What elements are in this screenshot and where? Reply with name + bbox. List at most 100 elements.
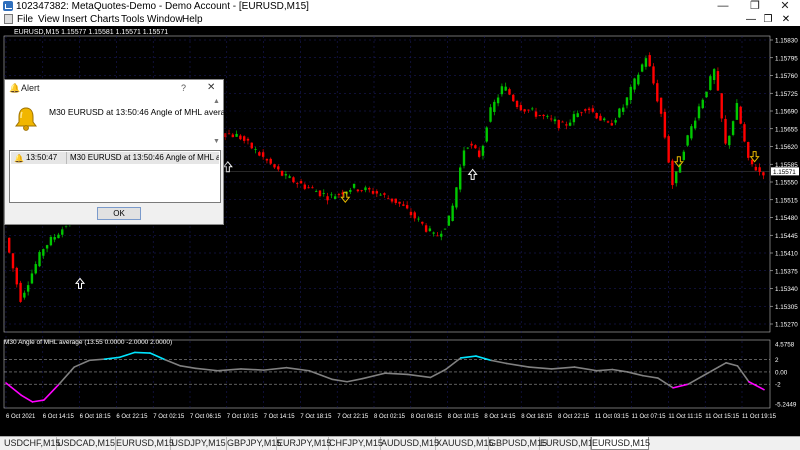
menu-tools[interactable]: Tools <box>121 13 144 26</box>
indicator-label: 0.00 <box>775 369 788 376</box>
chart-window-icon[interactable] <box>4 14 13 24</box>
chart-tab[interactable]: EURJPY,M15 <box>277 437 331 450</box>
price-label: 1.15410 <box>775 251 798 258</box>
candle-body <box>754 166 758 171</box>
candle-body <box>572 114 576 123</box>
menu-help[interactable]: Help <box>182 13 203 26</box>
price-label: 1.15830 <box>775 38 798 45</box>
candle-body <box>493 101 496 112</box>
oscillator-segment <box>73 359 91 368</box>
candle-body <box>246 138 250 141</box>
time-label: 7 Oct 14:15 <box>264 414 296 420</box>
menu-bar: File View Insert Charts Tools Window Hel… <box>0 13 800 26</box>
time-label: 11 Oct 19:15 <box>742 414 777 420</box>
chart-minimize-button[interactable]: — <box>743 13 759 26</box>
candle-body <box>239 135 242 140</box>
candle-body <box>440 233 443 237</box>
candle-body <box>371 191 375 194</box>
candle-body <box>580 112 583 114</box>
candle-body <box>424 225 428 232</box>
chart-tab[interactable]: USDJPY,M15 <box>171 437 227 450</box>
candle-body <box>49 236 53 246</box>
candle-body <box>724 118 727 144</box>
chart-tab[interactable]: USDCAD,M15 <box>57 437 116 450</box>
indicator-label: -2 <box>775 382 781 389</box>
time-label: 11 Oct 03:15 <box>595 414 630 420</box>
candle-body <box>322 193 325 194</box>
candle-body <box>644 58 648 67</box>
alert-close-button[interactable]: ✕ <box>207 80 215 96</box>
close-button[interactable]: ✕ <box>770 0 800 13</box>
chart-close-button[interactable]: ✕ <box>778 13 794 26</box>
oscillator-segment <box>384 372 409 376</box>
candle-body <box>15 267 18 285</box>
candle-body <box>606 121 610 123</box>
chart-tab[interactable]: EURUSD,M1 <box>540 437 593 450</box>
menu-charts[interactable]: Charts <box>90 13 119 26</box>
candle-body <box>34 264 37 274</box>
menu-window[interactable]: Window <box>147 13 183 26</box>
candle-body <box>610 123 614 126</box>
candle-body <box>637 74 640 85</box>
ok-button[interactable]: OK <box>97 207 141 220</box>
oscillator-segment <box>429 368 447 379</box>
candle-body <box>352 183 356 188</box>
chart-tab[interactable]: CHFJPY,M15 <box>329 437 383 450</box>
indicator-label: 2 <box>775 357 779 364</box>
scroll-up-icon[interactable]: ▲ <box>213 98 220 105</box>
candle-body <box>496 97 500 104</box>
price-label: 1.15760 <box>775 73 798 80</box>
chart-tab[interactable]: XAUUSD,M15 <box>436 437 494 450</box>
time-label: 6 Oct 22:15 <box>116 414 148 420</box>
time-label: 11 Oct 15:15 <box>705 414 740 420</box>
candle-body <box>652 66 655 84</box>
chart-tab[interactable]: GBPUSD,M15 <box>489 437 547 450</box>
candle-body <box>265 158 269 161</box>
candle-body <box>712 69 716 81</box>
oscillator-segment <box>748 380 765 391</box>
maximize-button[interactable]: ❐ <box>740 0 770 13</box>
oscillator-segment <box>459 355 477 359</box>
candle-body <box>405 205 409 209</box>
help-button[interactable]: ? <box>181 80 186 96</box>
minimize-button[interactable]: — <box>708 0 738 13</box>
menu-insert[interactable]: Insert <box>62 13 87 26</box>
oscillator-segment <box>331 378 348 383</box>
candle-body <box>383 193 386 195</box>
candle-body <box>224 133 227 138</box>
candle-body <box>587 108 591 111</box>
chart-tab[interactable]: EURUSD,M15 <box>591 437 650 450</box>
alert-list[interactable]: 🔔 13:50:47 M30 EURUSD at 13:50:46 Angle … <box>9 150 221 203</box>
candle-body <box>466 147 469 149</box>
menu-file[interactable]: File <box>17 13 33 26</box>
chart-tab[interactable]: AUDUSD,M15 <box>381 437 439 450</box>
candle-body <box>254 149 257 150</box>
candle-body <box>436 235 439 237</box>
time-label: 8 Oct 14:15 <box>484 414 516 420</box>
candle-body <box>599 115 602 121</box>
app-icon <box>3 1 13 11</box>
chart-tab[interactable]: EURUSD,M15 <box>116 437 174 450</box>
candle-body <box>701 99 704 109</box>
alert-dialog[interactable]: 🔔 Alert ? ✕ M30 EURUSD at 13:50:46 Angle… <box>4 79 258 225</box>
oscillator-segment <box>361 372 386 380</box>
candle-body <box>451 205 454 221</box>
price-label: 1.15340 <box>775 286 798 293</box>
candle-body <box>633 78 636 90</box>
candle-body <box>705 91 708 98</box>
candle-body <box>591 108 595 112</box>
scroll-down-icon[interactable]: ▼ <box>213 138 220 145</box>
candle-body <box>398 201 401 204</box>
menu-view[interactable]: View <box>38 13 60 26</box>
candle-body <box>421 221 424 224</box>
oscillator-segment <box>550 366 576 370</box>
candle-body <box>682 151 686 160</box>
oscillator-segment <box>194 367 220 372</box>
chart-tab[interactable]: GBPJPY,M15 <box>227 437 281 450</box>
price-label: 1.15305 <box>775 304 798 311</box>
chart-tab[interactable]: USDCHF,M15 <box>4 437 61 450</box>
time-label: 11 Oct 07:15 <box>632 414 667 420</box>
time-label: 7 Oct 10:15 <box>227 414 259 420</box>
chart-restore-button[interactable]: ❐ <box>760 13 776 26</box>
alert-list-item[interactable]: 🔔 13:50:47 M30 EURUSD at 13:50:46 Angle … <box>11 152 219 164</box>
